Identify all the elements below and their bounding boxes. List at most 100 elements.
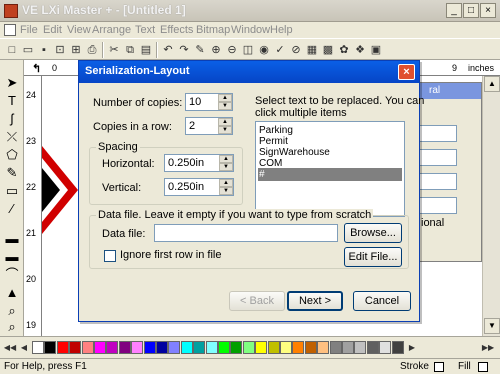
preview-icon[interactable]: ◉ [256,42,272,58]
palette-swatch[interactable] [44,341,57,354]
menu-bitmap[interactable]: Bitmap [196,24,230,36]
maximize-button[interactable]: □ [463,3,479,18]
palette-swatch[interactable] [366,341,379,354]
palette-swatch[interactable] [218,341,230,354]
palette-swatch[interactable] [342,341,354,354]
cut-icon[interactable]: ✂ [106,42,122,58]
horizontal-spacing-spinner[interactable]: 0.250in ▲ ▼ [164,154,234,172]
ignore-first-row-checkbox[interactable] [104,250,116,262]
palette-swatch[interactable] [329,341,342,354]
spin-up-icon[interactable]: ▲ [219,155,233,163]
palette-swatch[interactable] [304,341,317,354]
transform-tool-icon[interactable]: ⌒ [3,266,21,284]
palette-end-icon[interactable]: ▶▶ [480,340,496,356]
spin-down-icon[interactable]: ▼ [218,102,232,110]
edit-file-button[interactable]: Edit File... [344,247,402,267]
panel-field[interactable] [417,173,457,190]
cancel-button[interactable]: Cancel [353,291,411,311]
menu-file[interactable]: File [20,24,38,36]
scroll-up-icon[interactable]: ▲ [484,76,500,92]
menu-edit[interactable]: Edit [43,24,62,36]
menu-view[interactable]: View [67,24,91,36]
dialog-titlebar[interactable]: Serialization-Layout × [79,61,419,83]
cut-plot-icon[interactable]: ✎ [192,42,208,58]
palette-prev-icon[interactable]: ◀ [16,340,32,356]
panel-field[interactable] [417,197,457,214]
palette-swatch[interactable] [242,341,255,354]
palette-swatch[interactable] [193,341,206,354]
node-edit-icon[interactable]: ʃ [3,110,21,128]
print-icon[interactable]: ⎙ [84,42,100,58]
spin-up-icon[interactable]: ▲ [219,179,233,187]
menu-effects[interactable]: Effects [160,24,193,36]
palette-swatch[interactable] [94,341,106,354]
zoom-icon[interactable]: ⊕ [208,42,224,58]
redo-icon[interactable]: ↷ [176,42,192,58]
palette-swatch[interactable] [280,341,292,354]
data-file-input[interactable] [154,224,338,242]
back-button[interactable]: < Back [229,291,285,311]
scroll-down-icon[interactable]: ▼ [484,318,500,334]
text-tool-icon[interactable]: T [3,92,21,110]
palette-swatch[interactable] [81,341,94,354]
palette-swatch[interactable] [292,341,305,354]
new-document-icon[interactable]: □ [4,42,20,58]
layers-icon[interactable]: ▦ [304,42,320,58]
copies-in-row-spinner[interactable]: 2 ▲ ▼ [185,117,233,135]
vertical-spacing-spinner[interactable]: 0.250in ▲ ▼ [164,178,234,196]
menu-window[interactable]: Window [231,24,270,36]
spin-down-icon[interactable]: ▼ [219,163,233,171]
menu-arrange[interactable]: Arrange [92,24,131,36]
palette-swatch[interactable] [255,341,268,354]
palette-swatch[interactable] [230,341,243,354]
palette-swatch[interactable] [168,341,181,354]
spin-up-icon[interactable]: ▲ [218,118,232,126]
palette-swatch[interactable] [131,341,144,354]
spin-up-icon[interactable]: ▲ [218,94,232,102]
palette-swatch[interactable] [106,341,119,354]
palette-swatch[interactable] [143,341,156,354]
palette-swatch[interactable] [317,341,330,354]
browse-button[interactable]: Browse... [344,223,402,243]
symbol-icon[interactable]: ▣ [368,42,384,58]
color-icon[interactable]: ✿ [336,42,352,58]
weed-icon[interactable]: ⊘ [288,42,304,58]
palette-next-icon[interactable]: ▶ [404,340,420,356]
palette-swatch[interactable] [156,341,168,354]
menu-text[interactable]: Text [135,24,155,36]
panel-field[interactable] [417,125,457,142]
spin-down-icon[interactable]: ▼ [219,187,233,195]
open-folder-icon[interactable]: ▭ [20,42,36,58]
palette-swatch[interactable] [205,341,218,354]
palette-swatch[interactable] [69,341,82,354]
export-icon[interactable]: ⊞ [68,42,84,58]
palette-swatch[interactable] [267,341,280,354]
paste-icon[interactable]: ▤ [138,42,154,58]
close-button[interactable]: × [480,3,496,18]
palette-swatch[interactable] [180,341,193,354]
menu-help[interactable]: Help [270,24,293,36]
palette-swatch[interactable] [354,341,367,354]
zoom-page-icon[interactable]: ◫ [240,42,256,58]
number-of-copies-spinner[interactable]: 10 ▲ ▼ [185,93,233,111]
palette-swatch[interactable] [56,341,69,354]
ruler-origin-icon[interactable]: ↰ [32,62,41,75]
outline-tool-icon[interactable]: ▬ [3,230,21,248]
palette-swatch[interactable] [391,341,404,354]
next-button[interactable]: Next > [287,291,343,311]
document-icon[interactable] [4,24,16,36]
eyedropper-icon[interactable]: ⁄ [3,200,21,218]
select-arrow-icon[interactable]: ➤ [3,74,21,92]
palette-swatch[interactable] [118,341,131,354]
spellcheck-icon[interactable]: ✓ [272,42,288,58]
undo-icon[interactable]: ↶ [160,42,176,58]
knife-tool-icon[interactable]: ⤫ [3,128,21,146]
fill-tool-icon[interactable]: ▬ [3,248,21,266]
shape-tool-icon[interactable]: ⬠ [3,146,21,164]
import-icon[interactable]: ⊡ [52,42,68,58]
grid-icon[interactable]: ▩ [320,42,336,58]
freehand-tool-icon[interactable]: ✎ [3,164,21,182]
clipart-icon[interactable]: ❖ [352,42,368,58]
rectangle-tool-icon[interactable]: ▭ [3,182,21,200]
copy-icon[interactable]: ⧉ [122,42,138,58]
